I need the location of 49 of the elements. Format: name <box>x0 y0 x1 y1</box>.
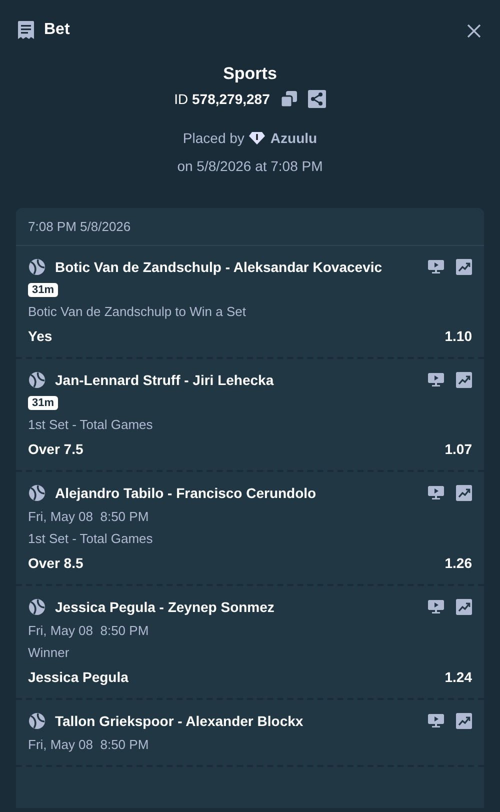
slip-timestamp: 7:08 PM 5/8/2026 <box>28 219 131 234</box>
tennis-ball-icon <box>28 484 46 502</box>
dialog-title: Bet <box>44 21 70 39</box>
stats-icon[interactable] <box>456 372 472 388</box>
market-name: Winner <box>28 645 70 660</box>
close-icon[interactable] <box>467 24 481 38</box>
stats-icon[interactable] <box>456 713 472 729</box>
live-time-badge: 31m <box>28 283 58 297</box>
start-time: Fri, May 08 8:50 PM <box>28 623 150 638</box>
live-time-badge: 31m <box>28 396 58 410</box>
odds-value: 1.07 <box>444 441 472 457</box>
live-stream-icon[interactable] <box>428 486 444 500</box>
selection: Yes <box>28 328 52 344</box>
stats-icon[interactable] <box>456 259 472 275</box>
placed-by-label: Placed by <box>182 130 244 146</box>
event-name: Botic Van de Zandschulp - Aleksandar Kovacevic <box>55 259 382 275</box>
selection: Jessica Pegula <box>28 669 128 685</box>
receipt-icon <box>17 20 35 40</box>
event-name: Tallon Griekspoor - Alexander Blockx <box>55 713 304 729</box>
live-stream-icon[interactable] <box>428 260 444 274</box>
tennis-ball-icon <box>28 712 46 730</box>
odds-value: 1.26 <box>444 555 472 571</box>
diamond-icon <box>248 131 266 145</box>
category-title: Sports <box>223 64 277 84</box>
event-name: Jan-Lennard Struff - Jiri Lehecka <box>55 372 274 388</box>
start-time: Fri, May 08 8:50 PM <box>28 509 150 524</box>
event-name: Alejandro Tabilo - Francisco Cerundolo <box>55 485 316 501</box>
odds-value: 1.24 <box>444 669 472 685</box>
event-name: Jessica Pegula - Zeynep Sonmez <box>55 599 274 615</box>
tennis-ball-icon <box>28 598 46 616</box>
stats-icon[interactable] <box>456 599 472 615</box>
copy-icon[interactable] <box>280 90 298 108</box>
username-link[interactable]: Azuulu <box>270 130 318 146</box>
selection: Over 8.5 <box>28 555 84 571</box>
live-stream-icon[interactable] <box>428 373 444 387</box>
tennis-ball-icon <box>28 258 46 276</box>
market-name: 1st Set - Total Games <box>28 531 154 546</box>
share-icon[interactable] <box>308 90 326 108</box>
live-stream-icon[interactable] <box>428 600 444 614</box>
stats-icon[interactable] <box>456 485 472 501</box>
market-name: 1st Set - Total Games <box>28 417 154 432</box>
placed-date: on 5/8/2026 at 7:08 PM <box>177 158 323 174</box>
market-name: Botic Van de Zandschulp to Win a Set <box>28 304 247 319</box>
tennis-ball-icon <box>28 371 46 389</box>
odds-value: 1.10 <box>444 328 472 344</box>
bet-id: ID 578,279,287 <box>174 91 270 107</box>
start-time: Fri, May 08 8:50 PM <box>28 737 150 752</box>
live-stream-icon[interactable] <box>428 714 444 728</box>
selection: Over 7.5 <box>28 441 84 457</box>
